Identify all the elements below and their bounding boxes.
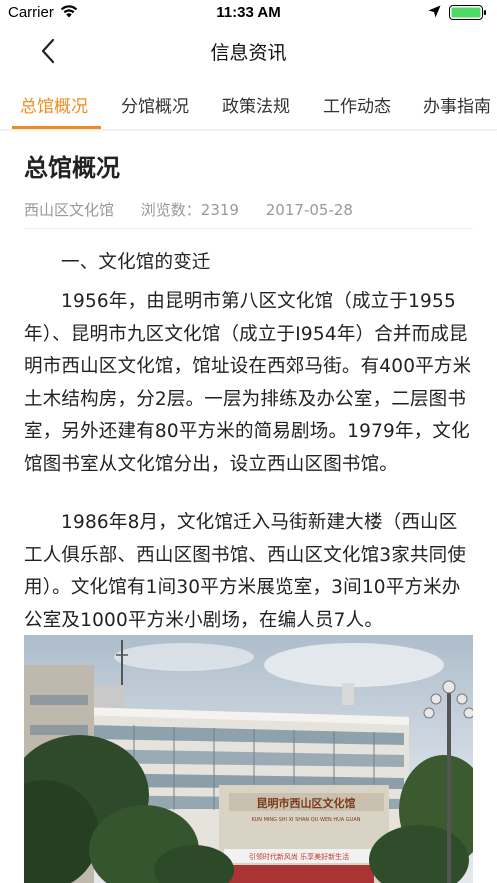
article-meta: 西山区文化馆 浏览数：2319 2017-05-28 — [24, 199, 375, 220]
article-photo: 昆明市西山区文化馆 KUN MING SHI XI SHAN QU WEN HU… — [24, 635, 473, 883]
building-sign-text: 昆明市西山区文化馆 — [257, 796, 356, 810]
navigation-bar: 信息资讯 — [0, 26, 497, 78]
active-tab-indicator — [12, 126, 101, 129]
building-sign-pinyin: KUN MING SHI XI SHAN QU WEN HUA GUAN — [251, 817, 360, 823]
building-banner-text: 引领时代新风尚 乐享美好新生活 — [249, 852, 349, 861]
tab-policies-regulations[interactable]: 政策法规 — [222, 92, 290, 117]
tab-headquarters-overview[interactable]: 总馆概况 — [20, 92, 88, 117]
category-tab-bar: 总馆概况 分馆概况 政策法规 工作动态 办事指南 — [0, 78, 497, 130]
divider — [24, 228, 473, 229]
tab-branch-overview[interactable]: 分馆概况 — [121, 92, 189, 117]
page-title: 信息资讯 — [210, 42, 287, 64]
battery-icon — [449, 5, 486, 20]
article-paragraph: 1956年，由昆明市第八区文化馆（成立于1955年）、昆明市九区文化馆（成立于I… — [24, 291, 472, 475]
article-view-count: 浏览数：2319 — [140, 201, 239, 219]
building-photo-illustration: 昆明市西山区文化馆 KUN MING SHI XI SHAN QU WEN HU… — [24, 635, 473, 883]
status-time: 11:33 AM — [216, 4, 281, 21]
location-arrow-icon — [428, 5, 441, 18]
article-title: 总馆概况 — [24, 154, 120, 182]
tab-work-news[interactable]: 工作动态 — [323, 92, 391, 117]
status-bar: Carrier 11:33 AM — [0, 0, 497, 26]
article-heading-paragraph: 一、文化馆的变迁 — [61, 252, 211, 273]
article-date: 2017-05-28 — [265, 201, 353, 219]
article-paragraph: 1986年8月，文化馆迁入马街新建大楼（西山区工人俱乐部、西山区图书馆、西山区文… — [24, 512, 467, 631]
tab-service-guide[interactable]: 办事指南 — [423, 92, 491, 117]
article-source: 西山区文化馆 — [24, 201, 115, 219]
